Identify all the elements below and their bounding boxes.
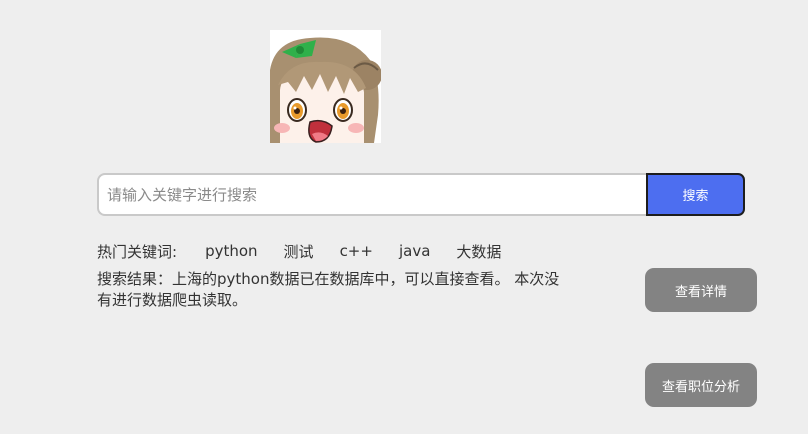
search-button-label: 搜索 <box>682 189 709 204</box>
hot-keyword-bigdata[interactable]: 大数据 <box>456 241 501 262</box>
view-job-analysis-button[interactable]: 查看职位分析 <box>645 363 757 407</box>
hot-keywords-label: 热门关键词: <box>97 242 178 261</box>
hot-keyword-java[interactable]: java <box>399 242 430 260</box>
hot-keyword-test[interactable]: 测试 <box>284 241 314 262</box>
hot-keyword-cpp[interactable]: c++ <box>340 242 373 260</box>
hot-keyword-python[interactable]: python <box>205 242 257 260</box>
page: 搜索 热门关键词: python 测试 c++ java 大数据 搜索结果：上海… <box>0 0 808 434</box>
search-result-line-2: 有进行数据爬虫读取。 <box>97 291 248 309</box>
search-button[interactable]: 搜索 <box>646 173 745 216</box>
view-details-button[interactable]: 查看详情 <box>645 268 757 312</box>
search-input[interactable] <box>97 173 646 216</box>
search-result-line-1: 搜索结果：上海的python数据已在数据库中，可以直接查看。 本次没 <box>97 270 560 288</box>
avatar-illustration <box>270 30 381 143</box>
search-result-text: 搜索结果：上海的python数据已在数据库中，可以直接查看。 本次没 有进行数据… <box>97 269 597 311</box>
view-details-label: 查看详情 <box>674 284 727 300</box>
anime-girl-avatar-icon <box>270 30 381 143</box>
view-job-analysis-label: 查看职位分析 <box>661 379 740 395</box>
hot-keywords: 热门关键词: python 测试 c++ java 大数据 <box>97 240 527 262</box>
